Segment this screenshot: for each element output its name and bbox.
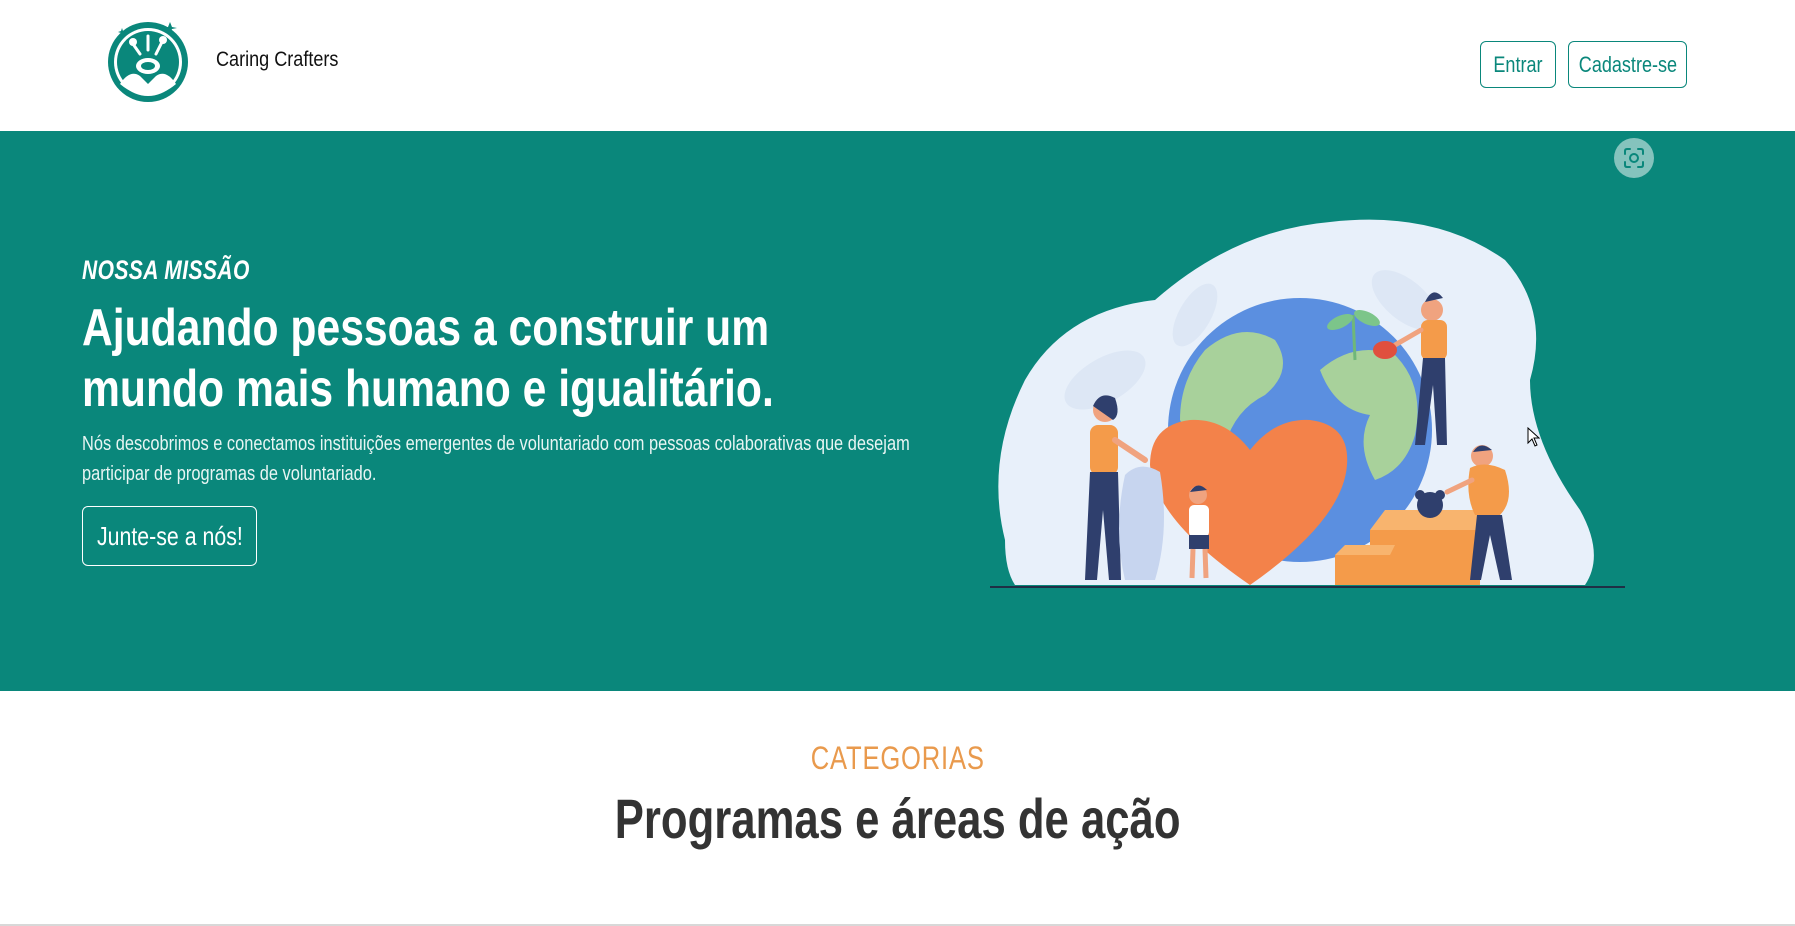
categories-label-text: CATEGORIAS <box>810 740 985 776</box>
login-button[interactable]: Entrar <box>1480 41 1556 88</box>
volunteers-earth-heart-illustration <box>985 210 1630 595</box>
hero-headline-line1: Ajudando pessoas a construir um <box>82 299 770 357</box>
categories-title: Programas e áreas de ação <box>0 786 1795 851</box>
top-navbar: Caring Crafters Entrar Cadastre-se <box>0 0 1795 131</box>
mouse-cursor-icon <box>1527 426 1541 447</box>
categories-label: CATEGORIAS <box>0 740 1795 777</box>
screenshot-scan-icon[interactable] <box>1614 138 1654 178</box>
hero-description-line1: Nós descobrimos e conectamos instituiçõe… <box>82 433 910 455</box>
hero-description-line2: participar de programas de voluntariado. <box>82 463 377 485</box>
login-button-label: Entrar <box>1493 51 1543 77</box>
hero-description: Nós descobrimos e conectamos instituiçõe… <box>82 429 951 489</box>
signup-button-label: Cadastre-se <box>1578 51 1677 77</box>
categories-title-text: Programas e áreas de ação <box>614 787 1181 850</box>
signup-button[interactable]: Cadastre-se <box>1568 41 1687 88</box>
hero-headline: Ajudando pessoas a construir um mundo ma… <box>82 298 853 420</box>
hero-eyebrow: NOSSA MISSÃO <box>82 255 250 285</box>
join-us-button[interactable]: Junte-se a nós! <box>82 506 257 566</box>
brand-name[interactable]: Caring Crafters <box>216 48 338 72</box>
hero-headline-line2: mundo mais humano e igualitário. <box>82 360 774 418</box>
join-us-button-label: Junte-se a nós! <box>96 520 243 551</box>
caring-crafters-logo-icon[interactable] <box>100 14 196 114</box>
